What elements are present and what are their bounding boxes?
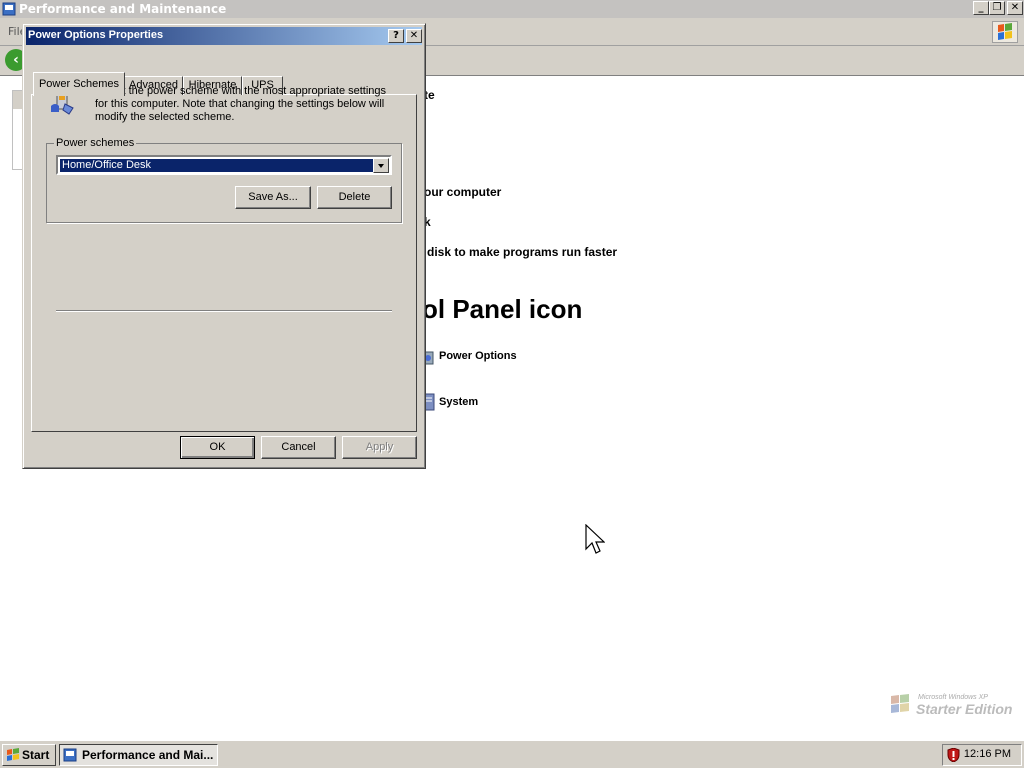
watermark-small-text: Microsoft Windows XP bbox=[918, 694, 988, 701]
mouse-pointer-icon bbox=[585, 524, 605, 554]
control-panel-icon bbox=[63, 748, 77, 762]
power-options-dialog: Power Options Properties ? ✕ Power Schem… bbox=[22, 23, 426, 469]
power-scheme-dropdown[interactable]: Home/Office Desk bbox=[56, 155, 392, 175]
control-panel-icon-heading: ol Panel icon bbox=[422, 294, 583, 324]
delete-button[interactable]: Delete bbox=[317, 186, 392, 209]
control-panel-icon bbox=[2, 2, 16, 16]
start-label: Start bbox=[22, 748, 50, 762]
dropdown-arrow-icon[interactable] bbox=[373, 158, 389, 173]
power-options-link[interactable]: Power Options bbox=[439, 350, 517, 362]
scheme-description: Select the power scheme with the most ap… bbox=[95, 85, 387, 123]
windows-logo-watermark-icon bbox=[891, 694, 909, 713]
minimize-button[interactable]: _ bbox=[973, 1, 989, 15]
clock[interactable]: 12:16 PM bbox=[964, 748, 1011, 760]
background-title-bar[interactable]: Performance and Maintenance _ ❐ ✕ bbox=[0, 0, 1024, 18]
system-tray: 12:16 PM bbox=[942, 744, 1022, 766]
windows-flag-icon bbox=[992, 21, 1018, 43]
separator bbox=[56, 310, 392, 312]
task-link-4[interactable]: disk to make programs run faster bbox=[427, 245, 617, 259]
system-link[interactable]: System bbox=[439, 396, 478, 408]
close-window-button[interactable]: ✕ bbox=[1007, 1, 1023, 15]
dialog-title-bar[interactable]: Power Options Properties ? ✕ bbox=[26, 27, 422, 45]
taskbar-item-performance[interactable]: Performance and Mai... bbox=[59, 744, 218, 766]
background-window-title: Performance and Maintenance bbox=[19, 2, 227, 16]
taskbar-item-label: Performance and Mai... bbox=[82, 748, 214, 762]
restore-button[interactable]: ❐ bbox=[989, 1, 1005, 15]
security-shield-icon[interactable] bbox=[947, 748, 960, 762]
tab-power-schemes[interactable]: Power Schemes bbox=[33, 72, 125, 96]
cancel-button[interactable]: Cancel bbox=[261, 436, 336, 459]
dialog-title: Power Options Properties bbox=[28, 29, 164, 41]
ok-button[interactable]: OK bbox=[180, 436, 255, 459]
selected-scheme-value: Home/Office Desk bbox=[60, 159, 373, 172]
watermark-edition-text: Starter Edition bbox=[916, 701, 1013, 717]
help-button[interactable]: ? bbox=[388, 29, 404, 43]
taskbar: Start Performance and Mai... 12:16 PM bbox=[0, 740, 1024, 768]
dialog-close-button[interactable]: ✕ bbox=[406, 29, 422, 43]
start-button[interactable]: Start bbox=[2, 744, 56, 766]
task-link-2[interactable]: our computer bbox=[424, 185, 501, 199]
apply-button[interactable]: Apply bbox=[342, 436, 417, 459]
power-schemes-group-label: Power schemes bbox=[54, 137, 137, 149]
windows-start-icon bbox=[7, 748, 19, 761]
save-as-button[interactable]: Save As... bbox=[235, 186, 311, 209]
